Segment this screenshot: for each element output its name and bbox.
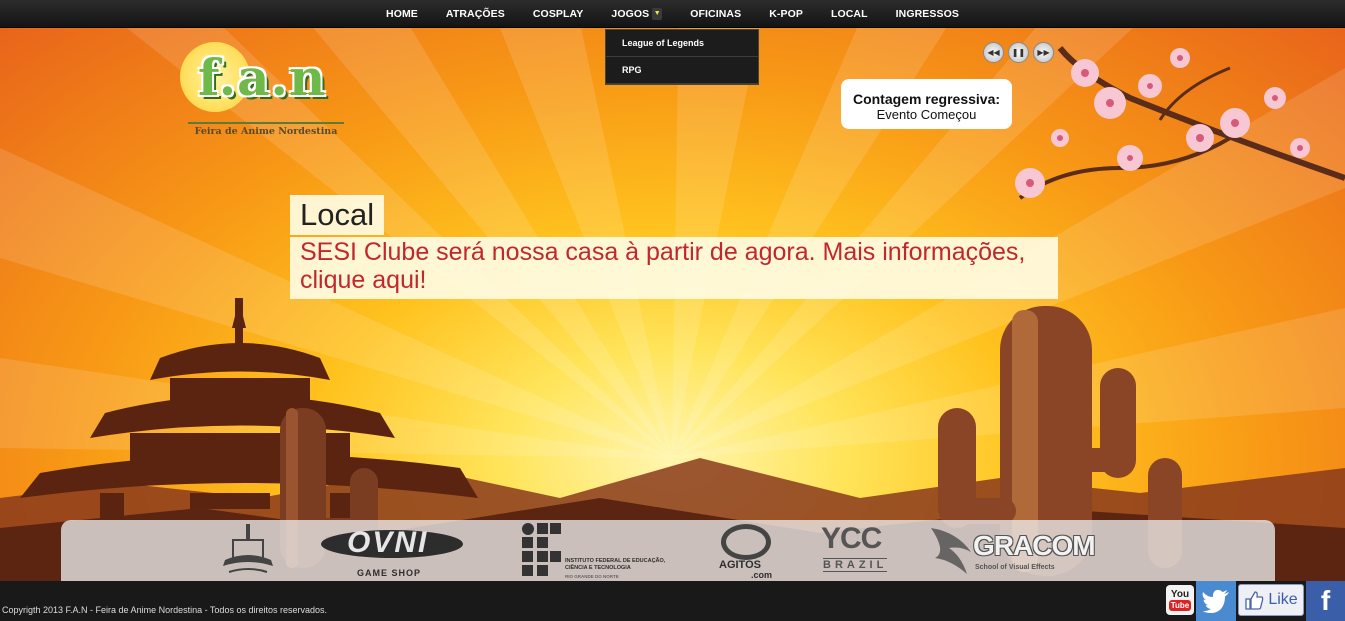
slide-link[interactable]: SESI Clube será nossa casa à partir de a…	[290, 237, 1058, 299]
nav-label: LOCAL	[830, 8, 868, 20]
sponsor-ovni[interactable]: OVNI GAME SHOP	[321, 524, 463, 580]
nav-item-cosplay[interactable]: COSPLAY	[519, 0, 598, 28]
fan-mini-logo-icon[interactable]	[219, 522, 277, 576]
nav-item-local[interactable]: LOCAL	[817, 0, 882, 28]
nav-item-ingressos[interactable]: INGRESSOS	[882, 0, 973, 28]
footer: Copyrigth 2013 F.A.N - Feira de Anime No…	[0, 581, 1345, 621]
ifrn-grid-icon	[522, 523, 561, 576]
nav-item-jogos[interactable]: JOGOS ▼	[597, 0, 676, 28]
nav-label: INGRESSOS	[895, 8, 959, 20]
next-icon[interactable]: ▶▶	[1033, 42, 1054, 63]
sponsors-bar: OVNI GAME SHOP INSTITUTO FEDERAL DE EDUC…	[61, 520, 1275, 582]
sponsor-ovni-name: OVNI	[347, 526, 429, 559]
gracom-flame-icon	[931, 528, 971, 574]
youtube-icon[interactable]: You Tube	[1166, 585, 1194, 615]
sponsor-gracom[interactable]: GRACOM School of Visual Effects	[927, 522, 1096, 580]
countdown-label: Contagem regressiva:	[852, 91, 1001, 107]
logo-title: f.a.n	[198, 48, 327, 107]
previous-icon[interactable]: ◀◀	[983, 42, 1004, 63]
pause-icon[interactable]: ❚❚	[1008, 42, 1029, 63]
copyright-text: Copyrigth 2013 F.A.N - Feira de Anime No…	[2, 605, 327, 615]
nav-label: HOME	[386, 8, 418, 20]
sponsor-gracom-name: GRACOM	[973, 530, 1096, 561]
facebook-like-button[interactable]: Like	[1238, 584, 1304, 616]
chevron-down-icon[interactable]: ▼	[652, 8, 663, 20]
logo-subtitle: Feira de Anime Nordestina	[188, 122, 344, 137]
sponsor-ovni-sub: GAME SHOP	[357, 568, 422, 578]
slide-title: Local	[290, 195, 385, 235]
sponsor-gracom-sub: School of Visual Effects	[975, 564, 1055, 571]
sponsor-ycc-name: YCC	[821, 522, 882, 555]
twitter-icon[interactable]	[1196, 581, 1236, 621]
fan-logo[interactable]: f.a.n Feira de Anime Nordestina	[180, 42, 350, 142]
nav-label: COSPLAY	[532, 8, 584, 20]
dropdown-item-rpg[interactable]: RPG	[606, 57, 758, 84]
sponsor-ifrn-sub: RIO GRANDE DO NORTE	[565, 574, 619, 579]
sponsor-ifrn[interactable]: INSTITUTO FEDERAL DE EDUCAÇÃO, CIÊNCIA E…	[521, 522, 671, 580]
countdown-box: Contagem regressiva: Evento Começou	[841, 79, 1012, 129]
facebook-letter: f	[1320, 585, 1331, 616]
countdown-value: Evento Começou	[876, 107, 977, 122]
sponsor-ycc[interactable]: YCC BRAZIL	[819, 522, 891, 580]
nav-item-atracoes[interactable]: ATRAÇÕES	[432, 0, 519, 28]
sponsor-ifrn-name: INSTITUTO FEDERAL DE EDUCAÇÃO, CIÊNCIA E…	[565, 558, 666, 571]
youtube-label-a: You	[1170, 589, 1190, 600]
dropdown-item-league-of-legends[interactable]: League of Legends	[606, 30, 758, 57]
facebook-icon[interactable]: f	[1306, 581, 1345, 621]
nav-item-oficinas[interactable]: OFICINAS	[676, 0, 755, 28]
sponsor-agitos[interactable]: AGITOS .com	[715, 522, 779, 580]
nav-label: OFICINAS	[690, 8, 742, 20]
jogos-dropdown-menu: League of Legends RPG	[605, 29, 759, 85]
youtube-label-b: Tube	[1168, 600, 1192, 611]
sponsor-agitos-sub: .com	[751, 570, 773, 580]
nav-item-home[interactable]: HOME	[372, 0, 432, 28]
nav-label: JOGOS	[611, 8, 650, 20]
nav-item-kpop[interactable]: K-POP	[755, 0, 817, 28]
like-label: Like	[1268, 591, 1298, 608]
twitter-bird-icon	[1202, 589, 1229, 613]
top-navigation: HOME ATRAÇÕES COSPLAY JOGOS ▼ OFICINAS K-…	[0, 0, 1345, 28]
nav-label: ATRAÇÕES	[445, 8, 505, 20]
thumbs-up-icon	[1245, 591, 1264, 610]
sponsor-ycc-sub: BRAZIL	[823, 558, 888, 572]
nav-label: K-POP	[769, 8, 803, 20]
slider-controls: ◀◀ ❚❚ ▶▶	[983, 42, 1054, 63]
